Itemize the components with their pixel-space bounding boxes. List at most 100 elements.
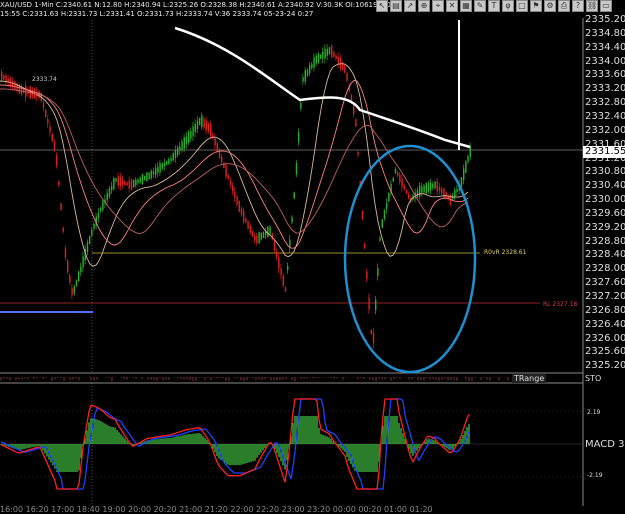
candle-body	[181, 141, 183, 151]
candle-body	[126, 181, 128, 186]
time-axis: 16:00 16:20 17:00 18:40 19:00 20:00 20:2…	[0, 506, 433, 514]
candle-body	[58, 181, 60, 186]
zoom-icon[interactable]: ⊕	[418, 0, 430, 12]
candle-body	[168, 159, 170, 164]
candle-body	[344, 65, 346, 73]
fib-icon[interactable]: φ	[502, 0, 514, 12]
candle-body	[25, 85, 27, 98]
candle-body	[430, 183, 432, 191]
window-icon[interactable]: ▭	[600, 0, 612, 12]
link-icon[interactable]: ⛓	[586, 0, 598, 12]
help-icon[interactable]: ?	[572, 0, 584, 12]
price-axis-label: 2325.20	[585, 360, 625, 372]
candle-body	[386, 203, 388, 209]
candle-body	[394, 168, 397, 173]
candle-body	[124, 180, 126, 186]
arrow-icon[interactable]: ↖	[376, 0, 388, 12]
cross-icon[interactable]: ✕	[446, 0, 458, 12]
candle-body	[320, 54, 322, 59]
candle-body	[135, 179, 137, 186]
candle-body	[97, 212, 100, 219]
candle-body	[366, 271, 368, 279]
candle-body	[419, 185, 421, 197]
candle-body	[243, 210, 245, 222]
candle-body	[236, 196, 238, 205]
price-axis-label: 2334.40	[585, 41, 625, 53]
candle-body	[227, 175, 229, 179]
candle-body	[245, 218, 247, 223]
macd-lower-tick: -2.19	[587, 472, 603, 479]
candle-body	[64, 248, 67, 258]
candle-body	[161, 163, 163, 170]
candle-body	[256, 235, 258, 243]
candle-body	[91, 229, 93, 236]
pen-icon[interactable]: ✎	[474, 0, 486, 12]
candle-body	[267, 226, 269, 238]
candle-body	[137, 179, 139, 184]
candle-layer	[1, 44, 471, 349]
candle-body	[282, 275, 284, 286]
candle-body	[207, 124, 210, 132]
price-axis-label: 2329.60	[585, 207, 625, 219]
candle-body	[397, 172, 399, 176]
candle-body	[335, 55, 337, 59]
current-price-marker: 2331.55	[583, 146, 625, 158]
candle-body	[93, 224, 95, 229]
candle-body	[86, 242, 89, 253]
candle-body	[199, 118, 201, 125]
candle-body	[122, 179, 124, 185]
candle-body	[157, 166, 159, 173]
candle-body	[148, 172, 150, 180]
candle-body	[194, 124, 196, 133]
candle-body	[254, 236, 256, 240]
candle-body	[234, 191, 236, 198]
price-axis-label: 2329.20	[585, 221, 625, 233]
candle-body	[370, 329, 372, 335]
grid-icon[interactable]: ▦	[460, 0, 472, 12]
text-icon[interactable]: T	[488, 0, 500, 12]
box-icon[interactable]: □	[516, 0, 528, 12]
candle-body	[71, 288, 73, 296]
chart-window[interactable]: XAU/USD 1-Min C:2340.61 N:12.80 H:2340.9…	[0, 0, 625, 514]
candle-body	[190, 130, 192, 139]
candle-body	[467, 156, 469, 162]
candle-body	[295, 162, 298, 175]
settings-icon[interactable]: ⚙	[544, 0, 556, 12]
price-axis-label: 2328.40	[585, 249, 625, 261]
candle-body	[139, 177, 141, 183]
price-axis-label: 2325.60	[585, 346, 625, 358]
candle-body	[177, 147, 179, 156]
price-axis-label: 2335.20	[585, 14, 625, 25]
candle-body	[423, 185, 425, 193]
candle-body	[313, 57, 315, 68]
price-axis-label: 2327.20	[585, 291, 625, 302]
price-chart[interactable]	[0, 0, 625, 514]
chart-icon[interactable]: ▤	[390, 0, 402, 12]
candle-body	[80, 266, 82, 273]
candle-body	[269, 226, 271, 235]
macd-panel	[0, 398, 583, 490]
candle-body	[229, 180, 232, 186]
sto-label: STO	[585, 374, 602, 383]
candle-body	[454, 190, 456, 198]
candle-body	[302, 77, 304, 82]
candle-body	[432, 183, 434, 188]
candle-body	[117, 176, 119, 186]
flag-icon[interactable]: ⚑	[530, 0, 542, 12]
macd-label: MACD 3	[585, 439, 625, 450]
candle-body	[14, 81, 16, 91]
candle-body	[339, 57, 342, 69]
candle-body	[179, 146, 181, 151]
candle-body	[355, 119, 357, 127]
price-axis-label: 2333.60	[585, 69, 625, 81]
candle-body	[144, 175, 146, 181]
candle-body	[201, 115, 203, 128]
candle-body	[342, 62, 344, 70]
cursor-icon[interactable]: ⌖	[432, 0, 444, 12]
print-icon[interactable]: ⎙	[558, 0, 570, 12]
candle-body	[1, 72, 3, 80]
candle-body	[225, 165, 227, 177]
trend-icon[interactable]: ↗	[404, 0, 416, 12]
candle-body	[317, 53, 320, 63]
candle-body	[262, 231, 265, 239]
